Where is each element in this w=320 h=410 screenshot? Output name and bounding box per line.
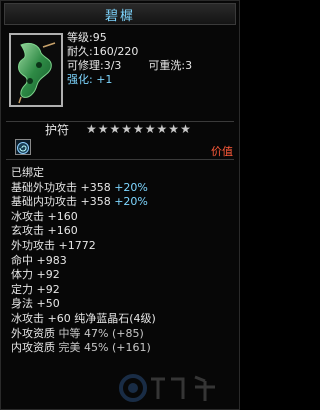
hit: 命中 +983 — [11, 253, 67, 267]
spiral-icon — [17, 142, 29, 154]
durability-row: 耐久:160/220 — [67, 45, 139, 58]
gem-bonus: 冰攻击 +60 纯净蓝晶石(4级) — [11, 311, 156, 325]
base-inner-attack: 基础内功攻击 +358 +20% — [11, 195, 148, 209]
watermark-logo — [119, 374, 215, 402]
item-title: 碧樨 — [104, 8, 135, 24]
base-outer-attack: 基础外功攻击 +358 +20% — [11, 180, 148, 194]
ice-attack: 冰攻击 +160 — [11, 209, 78, 223]
amulet-stars: ★★★★★★★★★ — [86, 122, 192, 136]
amulet-section: 护符 ★★★★★★★★★ — [1, 121, 239, 155]
xuan-attack: 玄攻击 +160 — [11, 224, 78, 238]
attribute-list: 已绑定 基础外功攻击 +358 +20% 基础内功攻击 +358 +20% 冰攻… — [11, 166, 231, 356]
outer-quality: 外攻资质 中等 47% (+85) — [11, 326, 144, 340]
item-icon — [9, 33, 63, 107]
item-tooltip: 碧樨 等级:95 耐久:160/220 可修理:3/3 可重洗:3 强化: +1… — [0, 0, 240, 410]
agility: 身法 +50 — [11, 297, 60, 311]
level-row: 等级:95 — [67, 31, 107, 44]
amulet-label: 护符 — [45, 123, 70, 137]
focus: 定力 +92 — [11, 282, 60, 296]
item-summary: 等级:95 耐久:160/220 可修理:3/3 可重洗:3 强化: +1 — [1, 29, 239, 121]
enhance-row: 强化: +1 — [67, 73, 113, 86]
item-stats: 等级:95 耐久:160/220 可修理:3/3 可重洗:3 强化: +1 — [67, 31, 235, 87]
price-label: 价值 — [211, 145, 233, 158]
jade-pendant-icon — [11, 35, 61, 105]
inner-quality: 内攻资质 完美 45% (+161) — [11, 341, 151, 355]
repair-row: 可修理:3/3 可重洗:3 — [67, 59, 193, 72]
physique: 体力 +92 — [11, 268, 60, 282]
amulet-icon[interactable] — [15, 139, 31, 155]
outer-attack: 外功攻击 +1772 — [11, 238, 96, 252]
bind-status: 已绑定 — [11, 166, 44, 179]
divider — [6, 159, 234, 160]
item-title-bar: 碧樨 — [4, 3, 236, 25]
